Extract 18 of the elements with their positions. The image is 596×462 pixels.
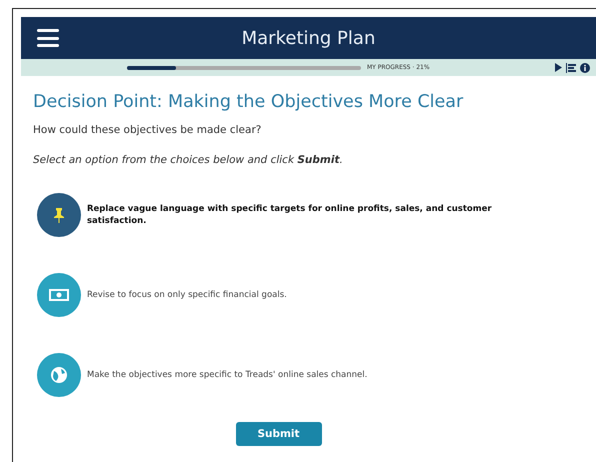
pushpin-icon xyxy=(53,207,65,223)
option-button[interactable] xyxy=(37,193,81,237)
option-button[interactable] xyxy=(37,273,81,317)
option-text: Revise to focus on only specific financial goals. xyxy=(87,288,288,302)
instruction-text: Select an option from the choices below and click Submit. xyxy=(33,154,344,166)
submit-button[interactable]: Submit xyxy=(236,422,322,446)
play-icon[interactable] xyxy=(555,63,562,72)
question-text: How could these objectives be made clear? xyxy=(33,124,262,136)
globe-icon xyxy=(50,366,68,384)
option-text: Make the objectives more specific to Treads' online sales channel. xyxy=(87,368,368,382)
list-icon[interactable] xyxy=(566,62,576,72)
menu-icon[interactable] xyxy=(37,29,59,47)
banknote-icon xyxy=(49,289,69,301)
page-heading: Decision Point: Making the Objectives More Clear xyxy=(33,92,464,112)
option-text: Replace vague language with specific targets for online profits, sales, and customer satisfaction. xyxy=(87,202,493,228)
option-button[interactable] xyxy=(37,353,81,397)
info-icon[interactable] xyxy=(580,62,590,72)
course-title: Marketing Plan xyxy=(242,28,376,48)
